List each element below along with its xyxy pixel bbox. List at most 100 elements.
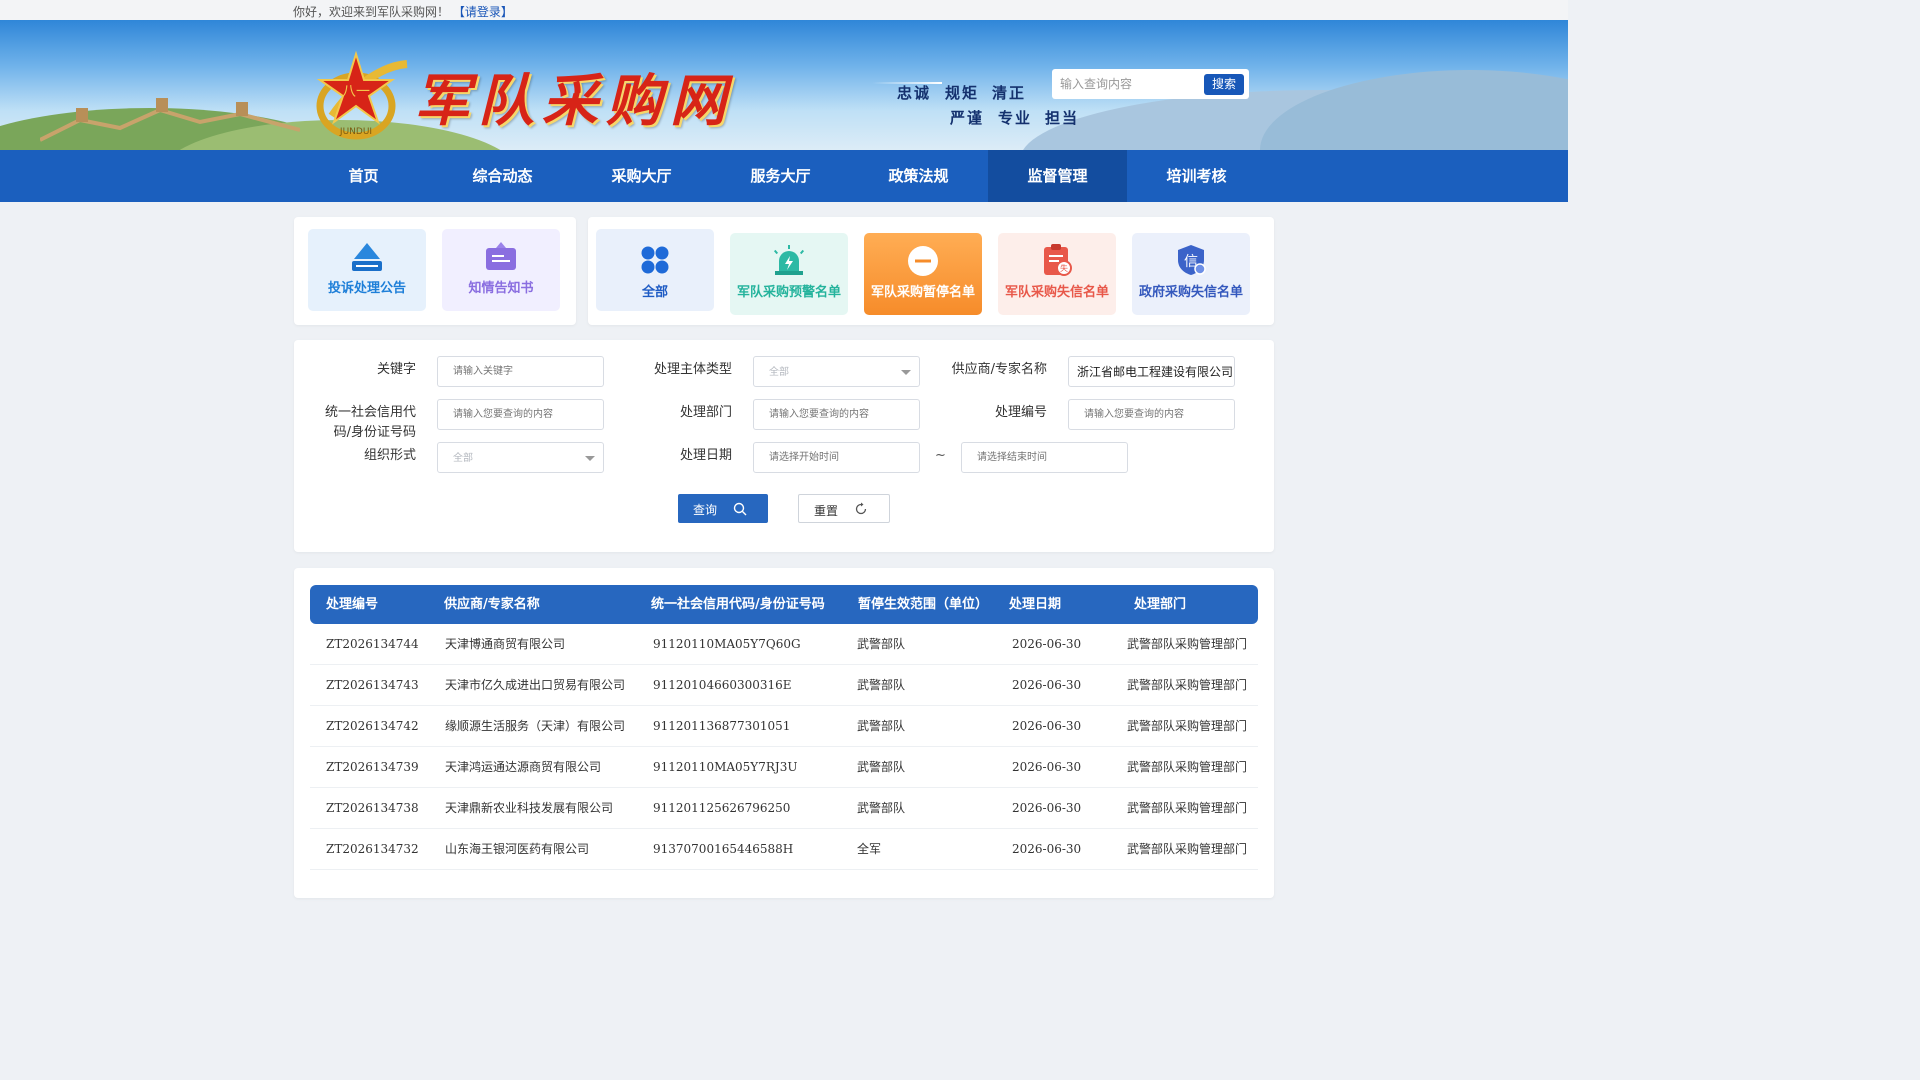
table-row[interactable]: ZT2026134743 天津市亿久成进出口贸易有限公司 91120104660… — [310, 665, 1258, 706]
org-form-label: 组织形式 — [363, 448, 416, 463]
gov-discredit-list-link[interactable]: 信 政府采购失信名单 — [1132, 233, 1250, 315]
cell-credit-code: 911201136877301051 — [653, 719, 791, 733]
nav-item-news[interactable]: 综合动态 — [433, 150, 572, 202]
cell-credit-code: 91370700165446588H — [653, 842, 794, 856]
nav-item-procurement-hall[interactable]: 采购大厅 — [572, 150, 711, 202]
complaint-notice-link[interactable]: 投诉处理公告 — [308, 229, 426, 311]
col-header-scope: 暂停生效范围（单位） — [858, 597, 989, 612]
minus-circle-icon — [908, 246, 938, 276]
scenery-mountain-far-right — [1260, 70, 1568, 150]
suspension-list-label: 军队采购暂停名单 — [870, 285, 975, 300]
cell-number: ZT2026134739 — [326, 760, 419, 774]
cell-supplier: 天津鼎新农业科技发展有限公司 — [445, 801, 614, 815]
dept-input[interactable] — [753, 399, 920, 430]
credit-code-input[interactable] — [437, 399, 604, 430]
table-row[interactable]: ZT2026134742 缘顺源生活服务（天津）有限公司 91120113687… — [310, 706, 1258, 747]
number-input[interactable] — [1068, 399, 1235, 430]
table-row[interactable]: ZT2026134744 天津博通商贸有限公司 91120110MA05Y7Q6… — [310, 624, 1258, 665]
svg-text:失: 失 — [1060, 263, 1068, 273]
date-end-input[interactable] — [961, 442, 1128, 473]
cell-scope: 武警部队 — [857, 760, 906, 774]
login-link[interactable]: 【请登录】 — [453, 5, 513, 19]
subject-type-value: 全部 — [769, 367, 789, 378]
clipboard-seal-icon: 失 — [1044, 244, 1072, 276]
table-header: 处理编号 供应商/专家名称 统一社会信用代码/身份证号码 暂停生效范围（单位） … — [310, 585, 1258, 624]
refresh-icon — [855, 502, 867, 515]
grid-four-icon — [641, 246, 669, 274]
search-icon — [733, 502, 747, 516]
chevron-down-icon — [585, 456, 595, 461]
number-label: 处理编号 — [994, 405, 1047, 420]
cell-dept: 武警部队采购管理部门 — [1127, 637, 1248, 651]
nav-item-home[interactable]: 首页 — [294, 150, 433, 202]
cell-number: ZT2026134744 — [326, 637, 419, 651]
table-row[interactable]: ZT2026134739 天津鸿运通达源商贸有限公司 91120110MA05Y… — [310, 747, 1258, 788]
svg-text:JUNDUI: JUNDUI — [339, 127, 372, 137]
org-form-value: 全部 — [453, 453, 473, 464]
org-form-select[interactable]: 全部 — [437, 442, 604, 473]
keyword-label: 关键字 — [376, 362, 416, 377]
motto-item: 忠诚 — [897, 84, 932, 102]
cell-number: ZT2026134732 — [326, 842, 419, 856]
suspension-list-link[interactable]: 军队采购暂停名单 — [864, 233, 982, 315]
date-label: 处理日期 — [679, 448, 732, 463]
main-nav: 首页 综合动态 采购大厅 服务大厅 政策法规 监督管理 培训考核 — [0, 150, 1568, 202]
keyword-input[interactable] — [437, 356, 604, 387]
cell-credit-code: 911201125626796250 — [653, 801, 791, 815]
cell-supplier: 天津市亿久成进出口贸易有限公司 — [445, 678, 626, 692]
site-search-input[interactable] — [1060, 73, 1200, 95]
col-header-date: 处理日期 — [1009, 597, 1062, 612]
col-header-credit-code: 统一社会信用代码/身份证号码 — [651, 597, 825, 612]
cell-dept: 武警部队采购管理部门 — [1127, 719, 1248, 733]
cell-dept: 武警部队采购管理部门 — [1127, 678, 1248, 692]
motto-item: 专业 — [998, 109, 1033, 127]
date-start-input[interactable] — [753, 442, 920, 473]
all-lists-label: 全部 — [641, 285, 668, 300]
nav-item-supervision[interactable]: 监督管理 — [988, 150, 1127, 202]
nav-item-service-hall[interactable]: 服务大厅 — [711, 150, 850, 202]
reset-button[interactable]: 重置 — [798, 494, 890, 523]
greeting-text: 你好，欢迎来到军队采购网！ — [293, 5, 450, 19]
cell-scope: 武警部队 — [857, 801, 906, 815]
cell-scope: 武警部队 — [857, 678, 906, 692]
nav-item-policy[interactable]: 政策法规 — [849, 150, 988, 202]
motto-item: 规矩 — [945, 84, 980, 102]
gov-discredit-list-label: 政府采购失信名单 — [1138, 285, 1243, 300]
site-search-button[interactable]: 搜索 — [1204, 74, 1244, 95]
cell-date: 2026-06-30 — [1012, 801, 1082, 815]
cell-date: 2026-06-30 — [1012, 678, 1082, 692]
site-logo-title: 军队采购网 — [414, 68, 734, 134]
header-banner — [0, 20, 1568, 150]
motto-item: 严谨 — [950, 109, 985, 127]
notification-letter-link[interactable]: 知情告知书 — [442, 229, 560, 311]
cell-number: ZT2026134743 — [326, 678, 419, 692]
cell-date: 2026-06-30 — [1012, 637, 1082, 651]
motto-item: 清正 — [992, 84, 1027, 102]
svg-text:八一: 八一 — [342, 84, 370, 100]
credit-code-label: 统一社会信用代码/身份证号码 — [324, 405, 416, 440]
army-emblem-icon: 八一 JUNDUI — [316, 50, 408, 140]
nav-item-training[interactable]: 培训考核 — [1127, 150, 1266, 202]
col-header-supplier: 供应商/专家名称 — [444, 597, 540, 612]
cell-number: ZT2026134742 — [326, 719, 419, 733]
query-button-label: 查询 — [693, 503, 718, 517]
cell-number: ZT2026134738 — [326, 801, 419, 815]
complaint-notice-label: 投诉处理公告 — [327, 281, 406, 296]
cell-supplier: 山东海王银河医药有限公司 — [445, 842, 590, 856]
all-lists-link[interactable]: 全部 — [596, 229, 714, 311]
shield-credit-icon: 信 — [1178, 245, 1206, 275]
warning-list-link[interactable]: 军队采购预警名单 — [730, 233, 848, 315]
cell-supplier: 天津博通商贸有限公司 — [445, 637, 566, 651]
subject-type-label: 处理主体类型 — [653, 362, 732, 377]
cell-date: 2026-06-30 — [1012, 842, 1082, 856]
discredit-list-link[interactable]: 失 军队采购失信名单 — [998, 233, 1116, 315]
subject-type-select[interactable]: 全部 — [753, 356, 920, 387]
notice-board-icon — [486, 242, 516, 270]
cell-date: 2026-06-30 — [1012, 719, 1082, 733]
date-range-separator: ~ — [935, 448, 946, 463]
supplier-input[interactable]: 浙江省邮电工程建设有限公司 — [1068, 356, 1235, 387]
top-bar: 你好，欢迎来到军队采购网！ 【请登录】 — [0, 0, 1568, 20]
table-row[interactable]: ZT2026134732 山东海王银河医药有限公司 91370700165446… — [310, 829, 1258, 870]
table-row[interactable]: ZT2026134738 天津鼎新农业科技发展有限公司 911201125626… — [310, 788, 1258, 829]
query-button[interactable]: 查询 — [678, 494, 768, 523]
